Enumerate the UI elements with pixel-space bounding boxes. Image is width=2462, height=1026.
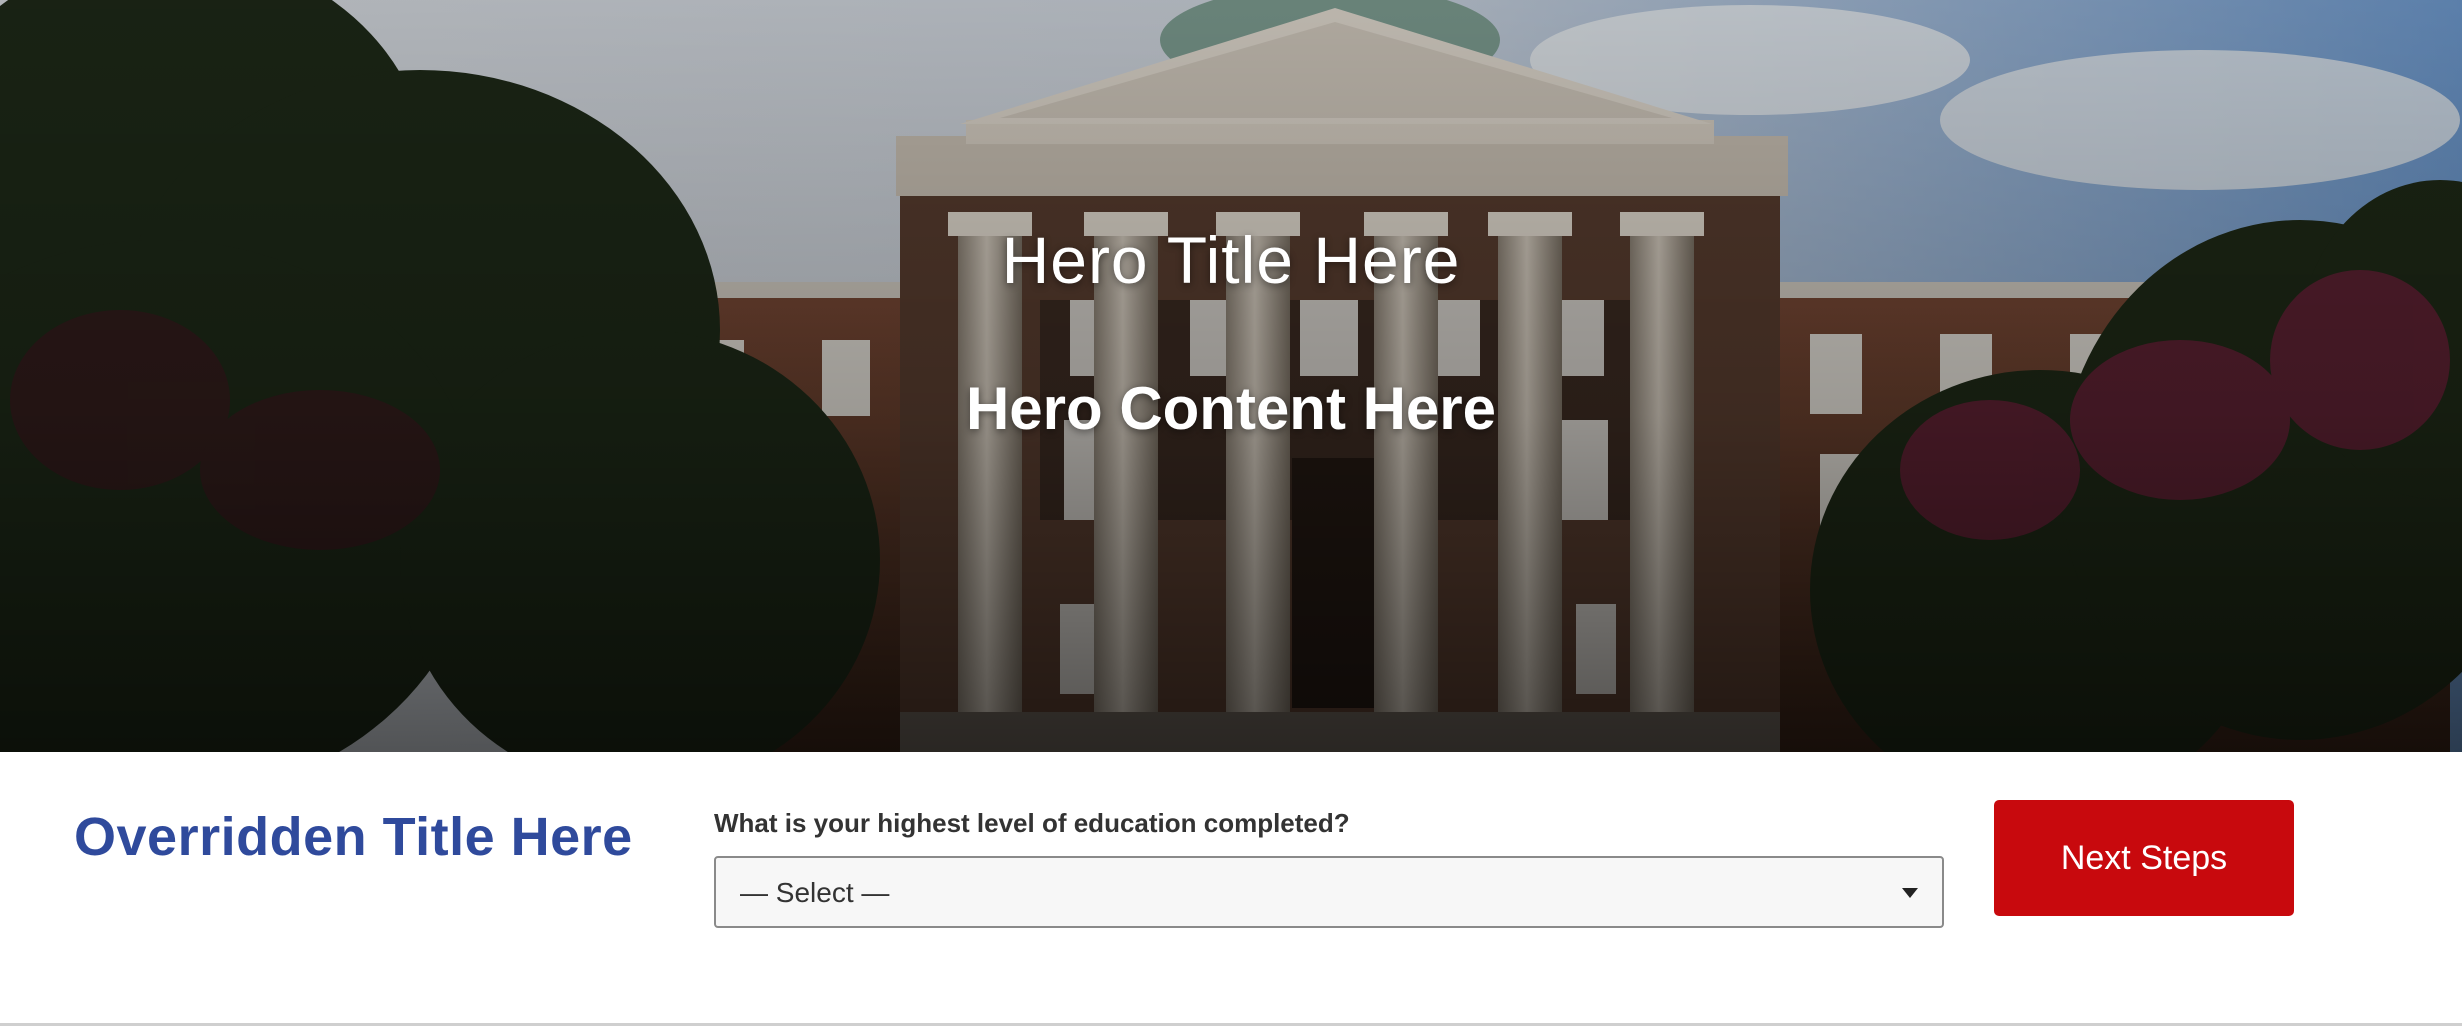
hero-banner: Hero Title Here Hero Content Here <box>0 0 2462 752</box>
education-question-label: What is your highest level of education … <box>714 808 1350 838</box>
hero-title: Hero Title Here <box>1001 223 1461 297</box>
select-current-value: — Select — <box>740 877 890 908</box>
education-level-select[interactable]: — Select — <box>714 856 1944 928</box>
hero-content: Hero Content Here <box>965 375 1497 442</box>
section-title: Overridden Title Here <box>74 807 633 867</box>
chevron-down-icon <box>1902 888 1918 898</box>
next-steps-button[interactable]: Next Steps <box>1994 800 2294 916</box>
